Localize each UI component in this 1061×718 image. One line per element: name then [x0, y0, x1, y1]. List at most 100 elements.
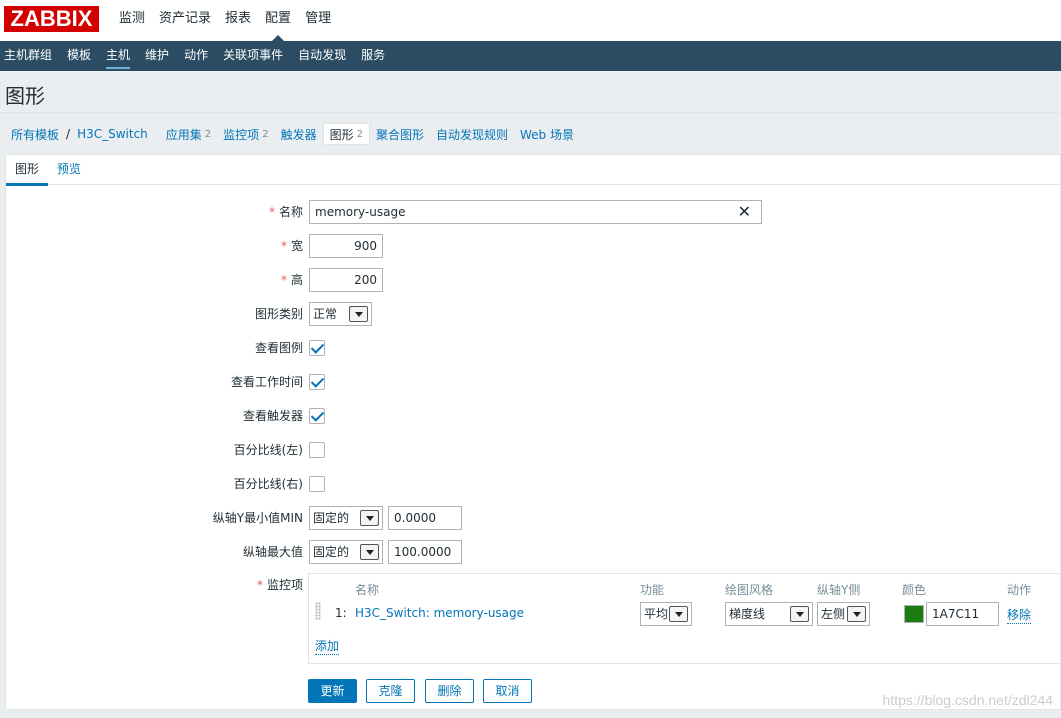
crumb-count: 2 — [204, 128, 212, 140]
main-nav: 监测 资产记录 报表 配置 管理 — [112, 0, 338, 41]
title-bar: 图形 — [0, 71, 1061, 113]
ymax-input[interactable]: 100.0000 — [388, 540, 462, 564]
item-draw-style-value: 梯度线 — [729, 607, 766, 621]
col-action-header: 动作 — [1007, 583, 1032, 597]
item-name-link[interactable]: H3C_Switch: memory-usage — [355, 606, 524, 620]
color-swatch[interactable] — [904, 605, 924, 623]
sub-nav: 主机群组 模板 主机 维护 动作 关联项事件 自动发现 服务 — [0, 41, 1061, 71]
show-legend-label: 查看图例 — [254, 341, 303, 355]
item-draw-style-select[interactable]: 梯度线 — [725, 602, 813, 626]
crumb-label: 应用集 — [165, 127, 202, 142]
graph-type-select[interactable]: 正常 — [309, 302, 372, 326]
crumb-count: 2 — [262, 128, 269, 140]
percentile-right-checkbox[interactable] — [309, 476, 325, 492]
clone-button[interactable]: 克隆 — [366, 679, 415, 703]
height-label: * 高 — [280, 273, 303, 287]
subnav-actions[interactable]: 动作 — [180, 41, 216, 71]
item-function-value: 平均 — [644, 607, 669, 621]
graph-type-value: 正常 — [313, 307, 338, 321]
nav-inventory[interactable]: 资产记录 — [152, 0, 218, 41]
subnav-discovery[interactable]: 自动发现 — [294, 41, 354, 71]
item-index: 1: — [335, 606, 347, 620]
crumb-label: 图形 — [329, 127, 354, 142]
row-show-working-time: 查看工作时间 — [6, 370, 1060, 394]
graph-form-panel: 图形 预览 * 名称 memory-usage ✕ * 宽 900 * 高 200 图… — [5, 154, 1061, 710]
row-ymin: 纵轴Y最小值MIN 固定的 0.0000 — [6, 506, 1060, 530]
ymax-label: 纵轴最大值 — [242, 545, 303, 559]
percentile-left-checkbox[interactable] — [309, 442, 325, 458]
page-title: 图形 — [5, 84, 45, 108]
subnav-correlation[interactable]: 关联项事件 — [219, 41, 291, 71]
item-color-input[interactable]: 1A7C11 — [926, 602, 999, 626]
row-width: * 宽 900 — [6, 234, 1060, 258]
name-label: * 名称 — [268, 205, 303, 219]
crumb-triggers[interactable]: 触发器 — [275, 123, 323, 145]
crumb-applications[interactable]: 应用集 2 — [160, 123, 217, 145]
tab-preview[interactable]: 预览 — [48, 155, 90, 185]
chevron-down-icon — [360, 544, 379, 560]
nav-administration[interactable]: 管理 — [298, 0, 338, 41]
crumb-items[interactable]: 监控项 2 — [217, 123, 274, 145]
crumb-graphs[interactable]: 图形 2 — [322, 123, 370, 145]
percentile-right-label: 百分比线(右) — [233, 477, 303, 491]
crumb-all-templates[interactable]: 所有模板 — [5, 123, 65, 145]
item-function-select[interactable]: 平均 — [640, 602, 692, 626]
ymin-label: 纵轴Y最小值MIN — [212, 511, 303, 525]
watermark: https://blog.csdn.net/zdl244 — [882, 692, 1053, 708]
ymin-input[interactable]: 0.0000 — [388, 506, 462, 530]
form-tabs: 图形 预览 — [6, 155, 1060, 186]
tab-graph[interactable]: 图形 — [6, 155, 49, 186]
crumb-host[interactable]: H3C_Switch — [71, 123, 154, 145]
crumb-label: 监控项 — [223, 127, 260, 142]
top-bar: ZABBIX 监测 资产记录 报表 配置 管理 — [0, 0, 1061, 41]
subnav-hosts[interactable]: 主机 — [102, 41, 138, 71]
ymax-type-select[interactable]: 固定的 — [309, 540, 383, 564]
zabbix-logo[interactable]: ZABBIX — [4, 6, 99, 32]
width-label: * 宽 — [280, 239, 303, 253]
crumb-screens[interactable]: 聚合图形 — [370, 123, 430, 145]
drag-handle-icon[interactable] — [315, 602, 321, 620]
chevron-down-icon — [669, 606, 688, 622]
ymax-type-value: 固定的 — [313, 545, 350, 559]
clear-icon[interactable]: ✕ — [738, 204, 751, 220]
row-graph-type: 图形类别 正常 — [6, 302, 1060, 326]
crumb-count: 2 — [356, 128, 363, 140]
subnav-templates[interactable]: 模板 — [63, 41, 99, 71]
crumb-web-scenarios[interactable]: Web 场景 — [514, 123, 580, 145]
crumb-label: 触发器 — [280, 127, 317, 142]
col-draw-style-header: 绘图风格 — [725, 583, 774, 597]
crumb-discovery-rules[interactable]: 自动发现规则 — [430, 123, 514, 145]
delete-button[interactable]: 删除 — [425, 679, 474, 703]
breadcrumb: 所有模板 / H3C_Switch 应用集 2 监控项 2 触发器 图形 2 聚合图形… — [0, 114, 1061, 154]
nav-configuration[interactable]: 配置 — [258, 0, 298, 41]
cancel-button[interactable]: 取消 — [483, 679, 532, 703]
ymin-type-select[interactable]: 固定的 — [309, 506, 383, 530]
col-y-side-header: 纵轴Y侧 — [817, 583, 861, 597]
subnav-host-groups[interactable]: 主机群组 — [0, 41, 60, 71]
show-working-time-checkbox[interactable] — [309, 374, 325, 390]
height-input[interactable]: 200 — [309, 268, 383, 292]
chevron-down-icon — [349, 306, 368, 322]
percentile-left-label: 百分比线(左) — [233, 443, 303, 457]
update-button[interactable]: 更新 — [308, 679, 357, 703]
show-legend-checkbox[interactable] — [309, 340, 325, 356]
show-working-time-label: 查看工作时间 — [230, 375, 303, 389]
width-input[interactable]: 900 — [309, 234, 383, 258]
item-y-side-select[interactable]: 左侧 — [817, 602, 870, 626]
nav-monitoring[interactable]: 监测 — [112, 0, 152, 41]
row-show-triggers: 查看触发器 — [6, 404, 1060, 428]
graph-type-label: 图形类别 — [254, 307, 303, 321]
row-percentile-left: 百分比线(左) — [6, 438, 1060, 462]
items-label: * 监控项 — [256, 578, 303, 592]
name-input[interactable]: memory-usage ✕ — [309, 200, 762, 224]
show-triggers-checkbox[interactable] — [309, 408, 325, 424]
chevron-down-icon — [790, 606, 809, 622]
item-y-side-value: 左侧 — [821, 607, 846, 621]
add-item-link[interactable]: 添加 — [315, 637, 340, 655]
nav-reports[interactable]: 报表 — [218, 0, 258, 41]
subnav-services[interactable]: 服务 — [357, 41, 393, 71]
subnav-maintenance[interactable]: 维护 — [141, 41, 177, 71]
name-value: memory-usage — [315, 205, 406, 219]
item-remove-link[interactable]: 移除 — [1007, 606, 1032, 624]
row-height: * 高 200 — [6, 268, 1060, 292]
